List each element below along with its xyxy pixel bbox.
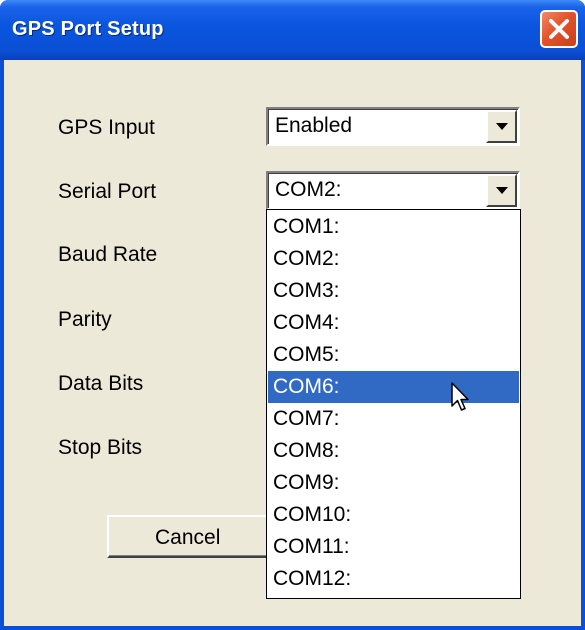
cancel-button[interactable]: Cancel bbox=[107, 515, 283, 558]
dropdown-item-com7[interactable]: COM7: bbox=[268, 403, 519, 435]
dropdown-item-com4[interactable]: COM4: bbox=[268, 307, 519, 339]
dropdown-item-com3[interactable]: COM3: bbox=[268, 275, 519, 307]
dropdown-item-com5[interactable]: COM5: bbox=[268, 339, 519, 371]
serial-port-label: Serial Port bbox=[58, 180, 157, 203]
gps-input-dropdown-button[interactable] bbox=[486, 110, 517, 143]
parity-label: Parity bbox=[58, 308, 112, 331]
baud-rate-label: Baud Rate bbox=[58, 243, 158, 266]
window-title: GPS Port Setup bbox=[12, 18, 164, 40]
data-bits-label: Data Bits bbox=[58, 372, 144, 395]
title-bar[interactable]: GPS Port Setup bbox=[0, 0, 585, 60]
dropdown-item-com12[interactable]: COM12: bbox=[268, 563, 519, 595]
serial-port-dropdown-list[interactable]: COM1: COM2: COM3: COM4: COM5: COM6: COM7… bbox=[266, 209, 521, 599]
dropdown-item-com8[interactable]: COM8: bbox=[268, 435, 519, 467]
dialog-window: GPS Port Setup GPS Input Serial Port Bau… bbox=[0, 0, 585, 630]
dropdown-item-com1[interactable]: COM1: bbox=[268, 211, 519, 243]
dropdown-item-com2[interactable]: COM2: bbox=[268, 243, 519, 275]
close-button[interactable] bbox=[540, 10, 578, 48]
close-icon bbox=[549, 19, 569, 39]
gps-input-select[interactable]: Enabled bbox=[266, 107, 520, 146]
chevron-down-icon bbox=[496, 187, 508, 194]
dropdown-item-com9[interactable]: COM9: bbox=[268, 467, 519, 499]
serial-port-select[interactable]: COM2: bbox=[266, 171, 520, 210]
dropdown-item-com11[interactable]: COM11: bbox=[268, 531, 519, 563]
chevron-down-icon bbox=[496, 123, 508, 130]
cancel-button-label: Cancel bbox=[155, 526, 221, 549]
gps-input-value: Enabled bbox=[275, 114, 353, 137]
stop-bits-label: Stop Bits bbox=[58, 436, 143, 459]
dropdown-item-com6[interactable]: COM6: bbox=[268, 371, 519, 403]
serial-port-value: COM2: bbox=[275, 178, 342, 201]
serial-port-dropdown-button[interactable] bbox=[486, 174, 517, 207]
gps-input-label: GPS Input bbox=[58, 116, 155, 139]
dropdown-item-com10[interactable]: COM10: bbox=[268, 499, 519, 531]
mouse-pointer-icon bbox=[451, 382, 469, 411]
